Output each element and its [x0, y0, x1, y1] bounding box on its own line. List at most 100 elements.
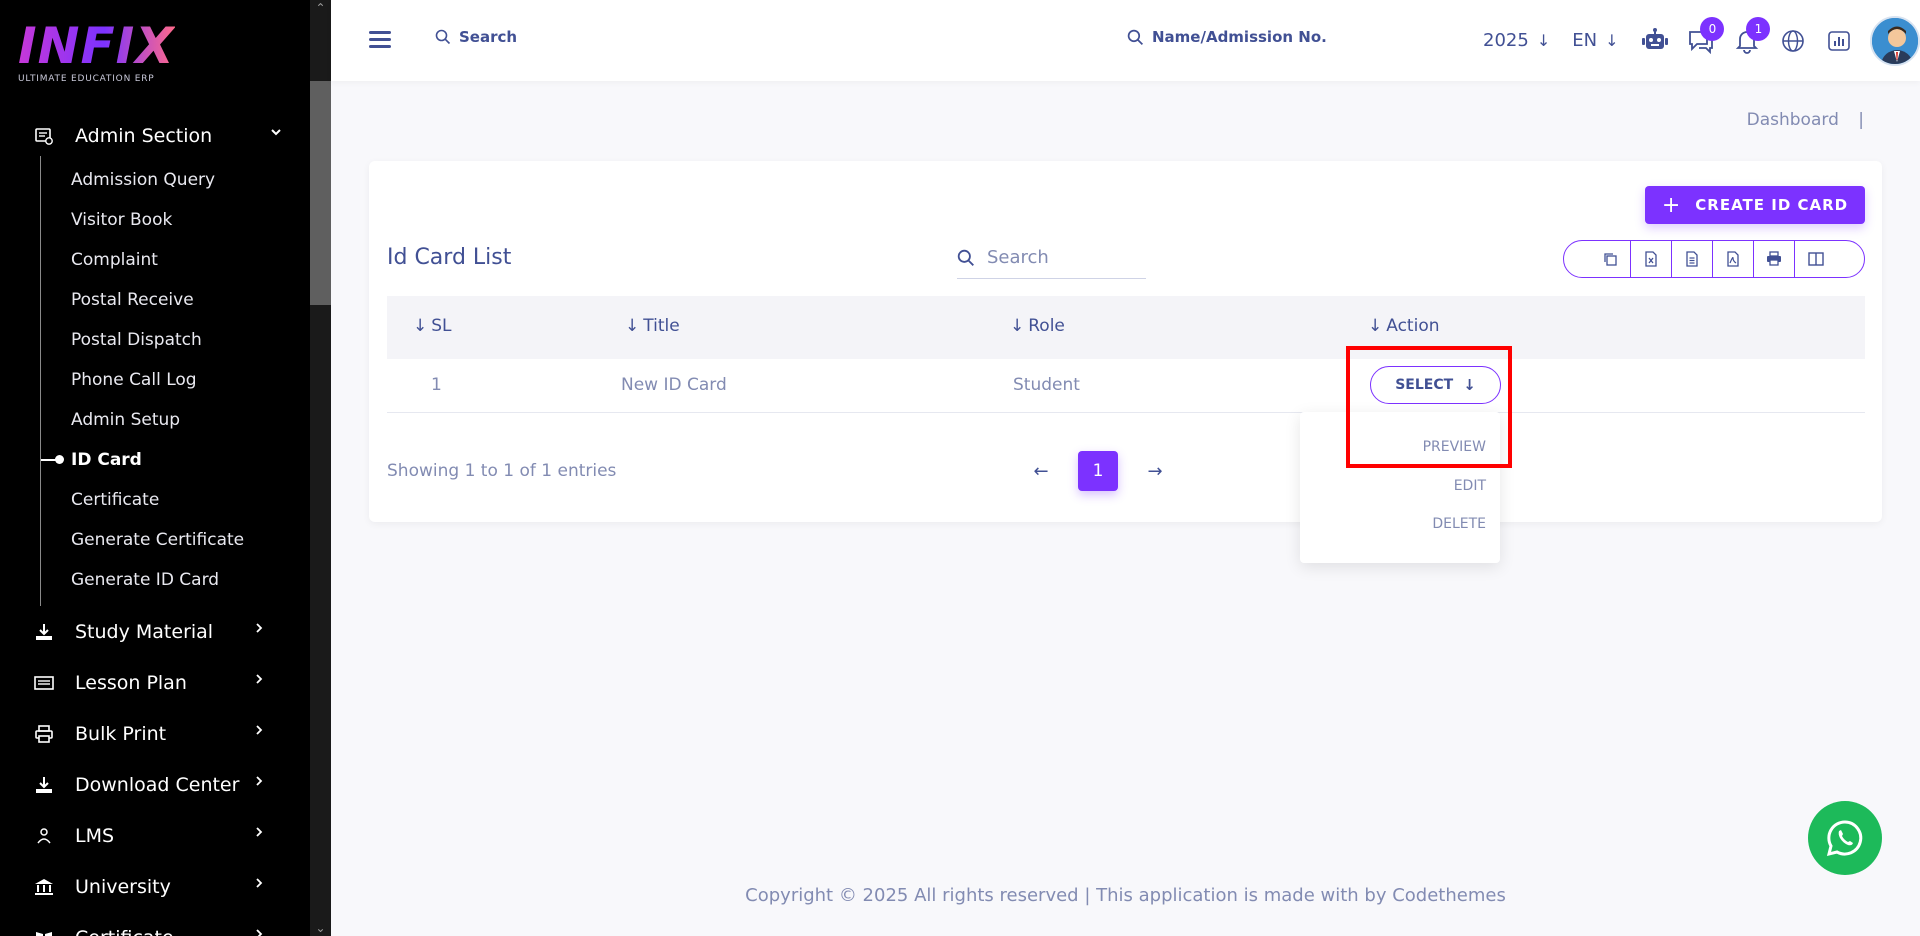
sidebar-subitem-generate-certificate[interactable]: Generate Certificate: [41, 520, 310, 560]
print-icon[interactable]: [1754, 241, 1795, 277]
highlight-box: [1346, 346, 1512, 468]
sort-arrow-icon: ↓: [1368, 316, 1383, 336]
cell-role: Student: [1013, 375, 1080, 395]
excel-icon[interactable]: [1631, 241, 1672, 277]
report-icon[interactable]: [1824, 26, 1854, 56]
chat-icon[interactable]: 0: [1686, 16, 1725, 56]
chevron-right-icon: [254, 928, 264, 936]
sidebar-item-bulk-print[interactable]: Bulk Print: [0, 708, 310, 759]
breadcrumb-separator: |: [1858, 110, 1864, 130]
table-search-input[interactable]: Search: [957, 237, 1146, 279]
whatsapp-icon[interactable]: [1808, 801, 1882, 875]
search-placeholder: Search: [987, 247, 1049, 268]
year-select[interactable]: 2025 ↓: [1483, 30, 1550, 51]
sidebar-item-label: LMS: [75, 824, 115, 847]
sidebar-subitem-certificate[interactable]: Certificate: [41, 480, 310, 520]
prev-page-icon[interactable]: ←: [1026, 456, 1056, 486]
table-header: ↓ SL ↓ Title ↓ Role ↓ Action: [387, 296, 1865, 359]
copy-icon[interactable]: [1590, 241, 1631, 277]
search-icon: [957, 249, 974, 266]
sidebar-subitem-phone-call-log[interactable]: Phone Call Log: [41, 360, 310, 400]
sidebar-subitem-postal-receive[interactable]: Postal Receive: [41, 280, 310, 320]
notifications-badge: 1: [1746, 16, 1771, 41]
arrow-down-icon: ↓: [1536, 31, 1551, 50]
column-header-sl[interactable]: ↓ SL: [413, 316, 452, 336]
sidebar-item-label: Lesson Plan: [75, 671, 187, 694]
robot-icon[interactable]: [1640, 26, 1670, 56]
create-id-card-label: CREATE ID CARD: [1695, 196, 1849, 214]
admin-submenu: Admission Query Visitor Book Complaint P…: [40, 156, 310, 606]
sidebar-item-admin-section[interactable]: Admin Section: [0, 116, 310, 156]
column-label: Role: [1028, 316, 1065, 336]
breadcrumb: Dashboard |: [1747, 110, 1864, 130]
sidebar-item-download-center[interactable]: Download Center: [0, 759, 310, 810]
university-icon: [33, 876, 55, 898]
lms-icon: [33, 825, 55, 847]
sidebar-subitem-generate-id-card[interactable]: Generate ID Card: [41, 560, 310, 600]
page-number-current[interactable]: 1: [1078, 451, 1118, 491]
cell-title: New ID Card: [621, 375, 727, 395]
pagination: ← 1 →: [1026, 451, 1170, 491]
sidebar-subitem-admission-query[interactable]: Admission Query: [41, 160, 310, 200]
page-title: Id Card List: [387, 245, 512, 270]
sidebar-item-university[interactable]: University: [0, 861, 310, 912]
printer-icon: [33, 723, 55, 745]
scroll-down-icon[interactable]: ⌄: [310, 920, 331, 936]
student-search[interactable]: Name/Admission No.: [1127, 28, 1327, 46]
cell-sl: 1: [431, 375, 442, 395]
sidebar-subitem-admin-setup[interactable]: Admin Setup: [41, 400, 310, 440]
avatar[interactable]: [1870, 15, 1920, 66]
menu-item-delete[interactable]: DELETE: [1432, 516, 1486, 532]
csv-icon[interactable]: [1672, 241, 1713, 277]
create-id-card-button[interactable]: + CREATE ID CARD: [1645, 186, 1865, 224]
menu-search[interactable]: Search: [435, 28, 517, 46]
sidebar-subitem-visitor-book[interactable]: Visitor Book: [41, 200, 310, 240]
logo[interactable]: INFIX ULTIMATE EDUCATION ERP: [18, 20, 175, 84]
hamburger-menu-icon[interactable]: [369, 31, 391, 49]
sidebar-item-certificate[interactable]: Certificate: [0, 912, 310, 936]
pdf-icon[interactable]: [1713, 241, 1754, 277]
year-value: 2025: [1483, 30, 1529, 51]
student-search-label: Name/Admission No.: [1152, 28, 1327, 46]
sidebar-item-label: Bulk Print: [75, 722, 167, 745]
sidebar-item-lms[interactable]: LMS: [0, 810, 310, 861]
column-label: Action: [1386, 316, 1440, 336]
next-page-icon[interactable]: →: [1140, 456, 1170, 486]
sidebar-item-label: Certificate: [75, 927, 174, 936]
chevron-right-icon: [254, 877, 264, 893]
certificate-icon: [33, 927, 55, 936]
sidebar-subitem-postal-dispatch[interactable]: Postal Dispatch: [41, 320, 310, 360]
chevron-right-icon: [254, 775, 264, 791]
breadcrumb-dashboard[interactable]: Dashboard: [1747, 110, 1839, 130]
sidebar-subitem-complaint[interactable]: Complaint: [41, 240, 310, 280]
arrow-down-icon: ↓: [1605, 31, 1619, 50]
column-header-role[interactable]: ↓ Role: [1010, 316, 1065, 336]
sidebar-menu: Admin Section Admission Query Visitor Bo…: [0, 116, 310, 936]
table-row: 1 New ID Card Student: [387, 359, 1865, 413]
search-icon: [435, 29, 451, 45]
logo-tagline: ULTIMATE EDUCATION ERP: [18, 74, 155, 84]
sidebar-item-label: Admin Section: [75, 125, 213, 147]
sidebar-item-lesson-plan[interactable]: Lesson Plan: [0, 657, 310, 708]
bell-icon[interactable]: 1: [1732, 16, 1771, 56]
sidebar-scrollbar[interactable]: ⌃ ⌄: [310, 0, 331, 936]
column-header-action[interactable]: ↓ Action: [1368, 316, 1440, 336]
language-select[interactable]: EN ↓: [1572, 30, 1618, 51]
download-icon: [33, 774, 55, 796]
sidebar-item-label: Study Material: [75, 620, 214, 643]
language-value: EN: [1572, 30, 1598, 51]
globe-icon[interactable]: [1778, 26, 1808, 56]
scrollbar-thumb[interactable]: [310, 81, 331, 305]
sidebar-item-study-material[interactable]: Study Material: [0, 606, 310, 657]
column-header-title[interactable]: ↓ Title: [625, 316, 680, 336]
column-label: SL: [431, 316, 452, 336]
sidebar-subitem-id-card[interactable]: ID Card: [41, 440, 310, 480]
lesson-plan-icon: [33, 672, 55, 694]
menu-search-label: Search: [459, 28, 518, 46]
columns-icon[interactable]: [1795, 241, 1836, 277]
scroll-up-icon[interactable]: ⌃: [310, 0, 331, 16]
messages-badge: 0: [1700, 16, 1725, 41]
logo-text: INFIX: [18, 17, 175, 75]
chevron-down-icon: [270, 126, 282, 142]
menu-item-edit[interactable]: EDIT: [1454, 478, 1486, 494]
